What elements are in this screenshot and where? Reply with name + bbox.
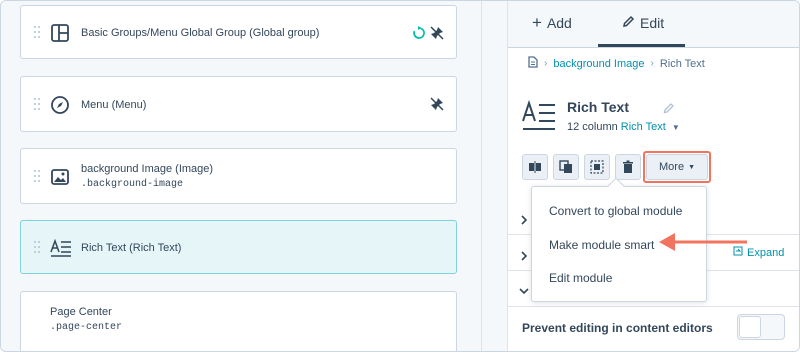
prevent-editing-label: Prevent editing in content editors <box>522 321 713 335</box>
drag-handle-icon[interactable] <box>34 241 40 255</box>
module-card-rich-text[interactable]: Rich Text (Rich Text) <box>20 220 457 274</box>
more-button[interactable]: More ▼ <box>646 154 708 180</box>
module-title: Basic Groups/Menu Global Group (Global g… <box>81 27 320 39</box>
module-card-menu[interactable]: Menu (Menu) <box>20 76 457 132</box>
module-title: background Image (Image) <box>81 163 214 175</box>
rich-text-icon <box>50 238 71 258</box>
caret-down-icon[interactable]: ▼ <box>672 123 680 132</box>
module-title: Menu (Menu) <box>81 99 147 111</box>
tab-label: Edit <box>640 15 665 31</box>
module-type-link[interactable]: Rich Text <box>621 121 666 133</box>
chevron-down-icon <box>519 283 529 295</box>
module-class-name: .page-center <box>50 322 123 333</box>
active-tab-indicator <box>598 44 685 47</box>
caret-down-icon: ▼ <box>688 163 695 171</box>
menu-item-edit-module[interactable]: Edit module <box>549 271 612 285</box>
chevron-right-icon <box>519 248 529 261</box>
module-card-background-image[interactable]: background Image (Image) .background-ima… <box>20 148 457 204</box>
chevron-right-icon <box>519 212 529 225</box>
layout-panel: Basic Groups/Menu Global Group (Global g… <box>1 1 481 351</box>
toggle-knob <box>739 316 761 338</box>
unpin-icon[interactable] <box>430 26 444 40</box>
trash-icon <box>623 160 633 173</box>
compass-icon <box>50 95 70 115</box>
select-icon <box>590 160 604 174</box>
menu-item-convert-global[interactable]: Convert to global module <box>549 204 682 218</box>
expand-label: Expand <box>747 246 785 259</box>
drag-handle-icon[interactable] <box>34 26 40 40</box>
breadcrumb-link[interactable]: background Image <box>553 58 644 70</box>
plus-icon: + <box>532 13 542 32</box>
split-icon <box>529 161 541 173</box>
tab-label: Add <box>546 15 572 31</box>
image-icon <box>50 167 70 187</box>
rich-text-icon <box>522 99 556 135</box>
app-frame: Basic Groups/Menu Global Group (Global g… <box>0 0 800 352</box>
module-name: Rich Text <box>567 99 629 115</box>
tab-bar: + Add Edit <box>508 1 799 48</box>
duplicate-icon <box>559 160 572 173</box>
chevron-right-icon: › <box>650 58 654 69</box>
tab-edit[interactable]: Edit <box>622 15 664 31</box>
module-title: Rich Text (Rich Text) <box>81 242 182 254</box>
delete-button[interactable] <box>615 154 641 180</box>
tab-add[interactable]: + Add <box>532 13 572 32</box>
menu-item-make-smart[interactable]: Make module smart <box>549 238 654 252</box>
more-label: More <box>659 161 685 173</box>
breadcrumb-current: Rich Text <box>659 57 705 70</box>
module-subtitle: 12 column Rich Text ▼ <box>567 121 680 133</box>
drag-handle-icon[interactable] <box>34 98 40 112</box>
module-card-page-center[interactable]: Page Center .page-center <box>20 291 457 351</box>
document-icon <box>528 56 538 71</box>
sync-icon[interactable] <box>412 26 426 40</box>
module-card-global-group[interactable]: Basic Groups/Menu Global Group (Global g… <box>20 5 457 59</box>
pencil-icon <box>622 15 635 31</box>
column-count: 12 column <box>567 121 618 133</box>
module-title: Page Center <box>50 306 112 318</box>
unpin-icon[interactable] <box>430 97 444 111</box>
select-button[interactable] <box>584 154 610 180</box>
chevron-right-icon: › <box>544 58 548 69</box>
annotation-arrow-icon <box>657 229 749 255</box>
module-class-name: .background-image <box>81 179 184 190</box>
drag-handle-icon[interactable] <box>34 170 40 184</box>
split-button[interactable] <box>522 154 548 180</box>
breadcrumb: › background Image › Rich Text <box>528 56 705 71</box>
layout-icon <box>50 23 70 43</box>
prevent-editing-toggle[interactable] <box>737 314 785 340</box>
duplicate-button[interactable] <box>553 154 579 180</box>
rename-pencil-icon[interactable] <box>663 101 675 114</box>
